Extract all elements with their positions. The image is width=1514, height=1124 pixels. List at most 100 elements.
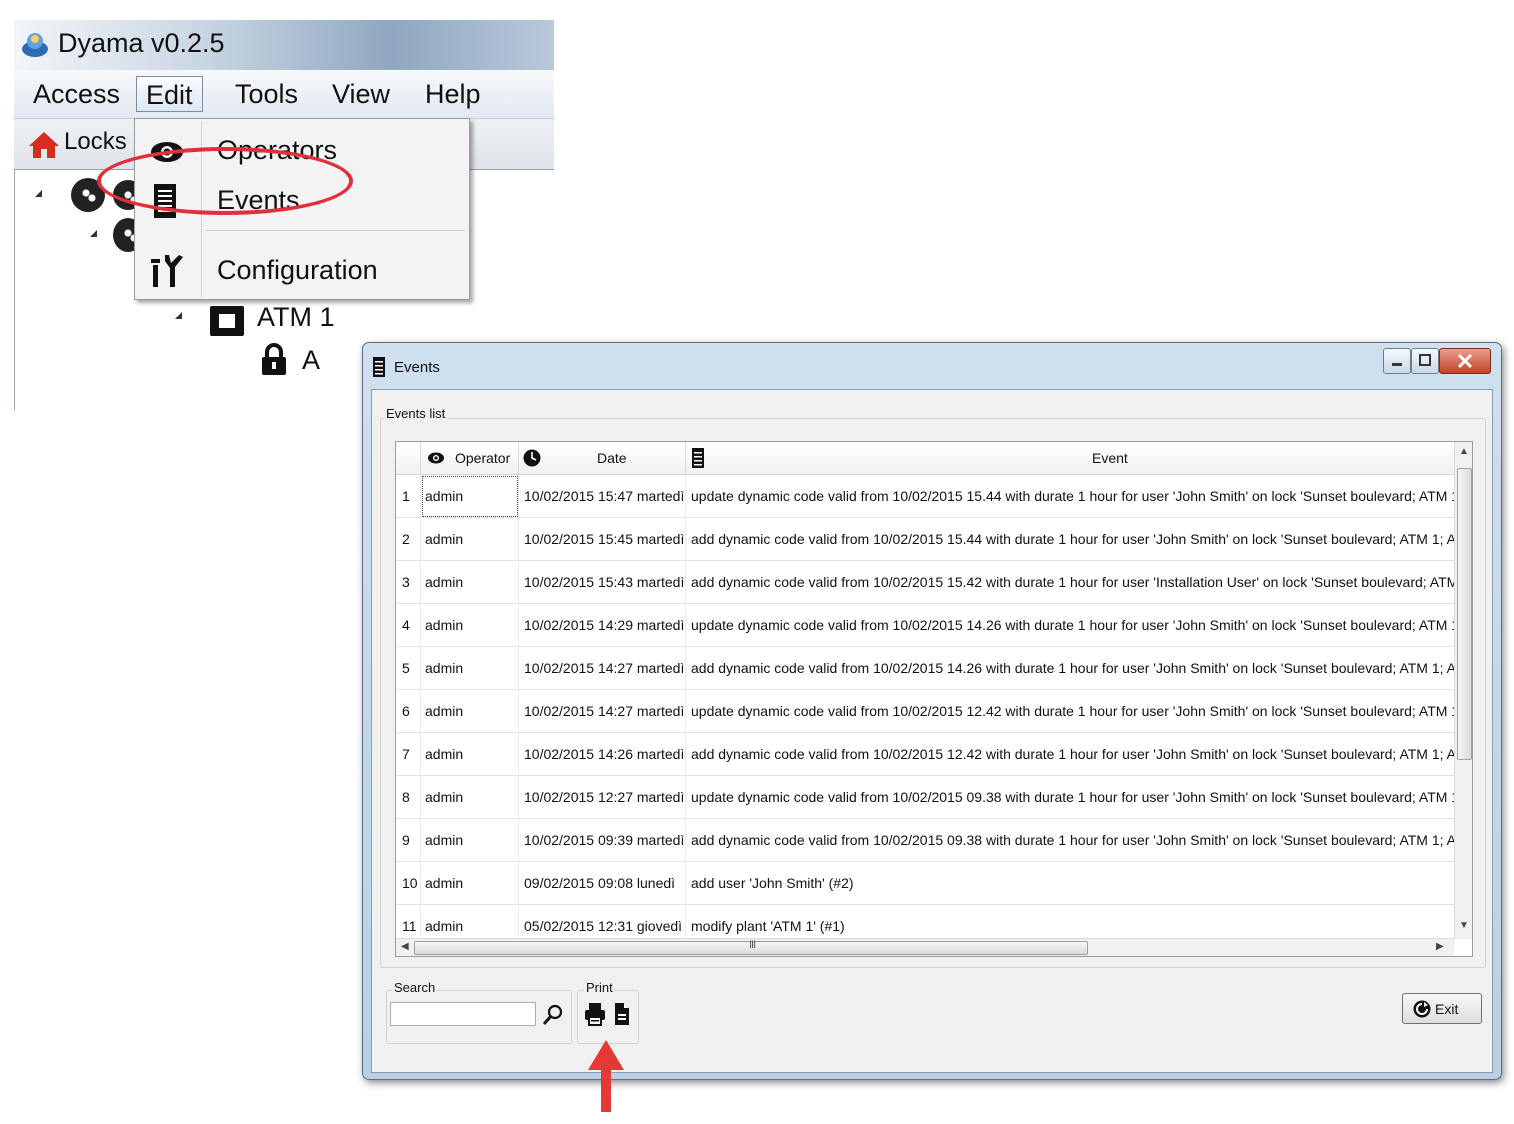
clock-icon [523,449,541,467]
tree-item-lock[interactable]: A [302,345,320,376]
lock-icon [262,343,286,375]
app-title: Dyama v0.2.5 [58,28,225,58]
operator-cell[interactable]: admin [421,518,519,561]
search-icon[interactable] [542,1004,564,1026]
menu-access[interactable]: Access [24,76,129,112]
print-label: Print [584,980,615,995]
row-number: 7 [396,733,421,776]
horizontal-scrollbar[interactable]: ◀ III ▶ [396,938,1454,956]
tree-expand-icon[interactable] [90,230,97,237]
events-table: Operator Date Event 1 admin 10/02/2015 1… [395,441,1473,957]
menu-edit[interactable]: Edit [136,76,203,112]
event-cell[interactable]: update dynamic code valid from 10/02/201… [686,475,1454,518]
row-number: 1 [396,475,421,518]
table-row[interactable]: 2 admin 10/02/2015 15:45 martedì add dyn… [396,518,1454,561]
scroll-left-icon[interactable]: ◀ [401,941,409,952]
menu-bar: Access Edit Tools View Help [14,70,554,119]
printer-icon[interactable] [584,1002,606,1026]
date-cell[interactable]: 10/02/2015 15:43 martedì [519,561,686,604]
date-cell[interactable]: 10/02/2015 09:39 martedì [519,819,686,862]
table-row[interactable]: 8 admin 10/02/2015 12:27 martedì update … [396,776,1454,819]
table-row[interactable]: 4 admin 10/02/2015 14:29 martedì update … [396,604,1454,647]
operator-cell[interactable]: admin [421,733,519,776]
row-number: 6 [396,690,421,733]
menu-tools[interactable]: Tools [226,76,307,112]
date-cell[interactable]: 10/02/2015 14:26 martedì [519,733,686,776]
menu-help[interactable]: Help [416,76,490,112]
date-cell[interactable]: 10/02/2015 15:47 martedì [519,475,686,518]
table-row[interactable]: 6 admin 10/02/2015 14:27 martedì update … [396,690,1454,733]
minimize-button[interactable] [1383,348,1411,374]
tab-locks[interactable]: Locks [64,128,127,156]
maximize-button[interactable] [1411,348,1439,374]
exit-button-label: Exit [1435,1001,1459,1017]
event-cell[interactable]: add dynamic code valid from 10/02/2015 1… [686,561,1454,604]
header-event-label: Event [1092,450,1128,466]
table-row[interactable]: 5 admin 10/02/2015 14:27 martedì add dyn… [396,647,1454,690]
event-cell[interactable]: add dynamic code valid from 10/02/2015 0… [686,819,1454,862]
window-title-bar[interactable]: Events [363,343,1501,389]
arrow-up-annotation-icon [588,1040,624,1112]
operator-cell[interactable]: admin [421,647,519,690]
operator-cell[interactable]: admin [421,819,519,862]
header-event[interactable]: Event [686,442,1454,474]
operator-cell[interactable]: admin [421,862,519,905]
eye-icon [428,452,444,464]
document-icon [373,357,385,377]
horizontal-scroll-thumb[interactable]: III [414,939,1088,955]
scroll-right-icon[interactable]: ▶ [1436,941,1444,952]
operator-cell[interactable]: admin [421,776,519,819]
menu-item-configuration[interactable]: Configuration [135,247,469,295]
maximize-icon [1419,354,1431,366]
event-cell[interactable]: add dynamic code valid from 10/02/2015 1… [686,518,1454,561]
menu-view[interactable]: View [323,76,399,112]
event-cell[interactable]: update dynamic code valid from 10/02/201… [686,690,1454,733]
window-content: Events list Operator Date Event 1 admin … [371,389,1493,1073]
home-icon[interactable] [28,131,60,159]
tree-expand-icon[interactable] [35,190,42,197]
tree-item-atm[interactable]: ATM 1 [257,302,335,333]
search-label: Search [392,980,438,995]
event-cell[interactable]: add user 'John Smith' (#2) [686,862,1454,905]
menu-item-label: Configuration [217,255,378,285]
table-row[interactable]: 9 admin 10/02/2015 09:39 martedì add dyn… [396,819,1454,862]
app-logo-icon [22,33,48,57]
search-input[interactable] [390,1002,536,1026]
event-cell[interactable]: add dynamic code valid from 10/02/2015 1… [686,647,1454,690]
event-cell[interactable]: add dynamic code valid from 10/02/2015 1… [686,733,1454,776]
operator-cell[interactable]: admin [421,561,519,604]
table-row[interactable]: 1 admin 10/02/2015 15:47 martedì update … [396,475,1454,518]
event-cell[interactable]: update dynamic code valid from 10/02/201… [686,604,1454,647]
scroll-down-icon[interactable]: ▼ [1459,920,1469,931]
table-row[interactable]: 3 admin 10/02/2015 15:43 martedì add dyn… [396,561,1454,604]
header-date[interactable]: Date [519,442,686,474]
pdf-document-icon[interactable] [614,1002,630,1026]
date-cell[interactable]: 10/02/2015 12:27 martedì [519,776,686,819]
table-row[interactable]: 10 admin 09/02/2015 09:08 lunedì add use… [396,862,1454,905]
close-icon [1457,353,1473,369]
header-row-number[interactable] [396,442,421,474]
minimize-icon [1392,363,1402,366]
header-operator[interactable]: Operator [421,442,519,474]
close-button[interactable] [1439,348,1491,374]
vertical-scroll-thumb[interactable] [1457,468,1472,760]
exit-button[interactable]: Exit [1402,993,1482,1024]
operator-cell[interactable]: admin [421,475,519,518]
scroll-up-icon[interactable]: ▲ [1459,446,1469,457]
operator-cell[interactable]: admin [421,604,519,647]
table-row[interactable]: 7 admin 10/02/2015 14:26 martedì add dyn… [396,733,1454,776]
app-title-bar: Dyama v0.2.5 [14,20,554,70]
table-header: Operator Date Event [396,442,1454,475]
window-title: Events [394,359,440,376]
date-cell[interactable]: 10/02/2015 14:29 martedì [519,604,686,647]
date-cell[interactable]: 10/02/2015 14:27 martedì [519,690,686,733]
highlight-ellipse-annotation [97,147,353,215]
date-cell[interactable]: 10/02/2015 14:27 martedì [519,647,686,690]
document-icon [692,448,704,468]
date-cell[interactable]: 09/02/2015 09:08 lunedì [519,862,686,905]
operator-cell[interactable]: admin [421,690,519,733]
date-cell[interactable]: 10/02/2015 15:45 martedì [519,518,686,561]
vertical-scrollbar[interactable]: ▲ ▼ [1454,442,1472,939]
event-cell[interactable]: update dynamic code valid from 10/02/201… [686,776,1454,819]
tree-expand-icon[interactable] [175,312,182,319]
